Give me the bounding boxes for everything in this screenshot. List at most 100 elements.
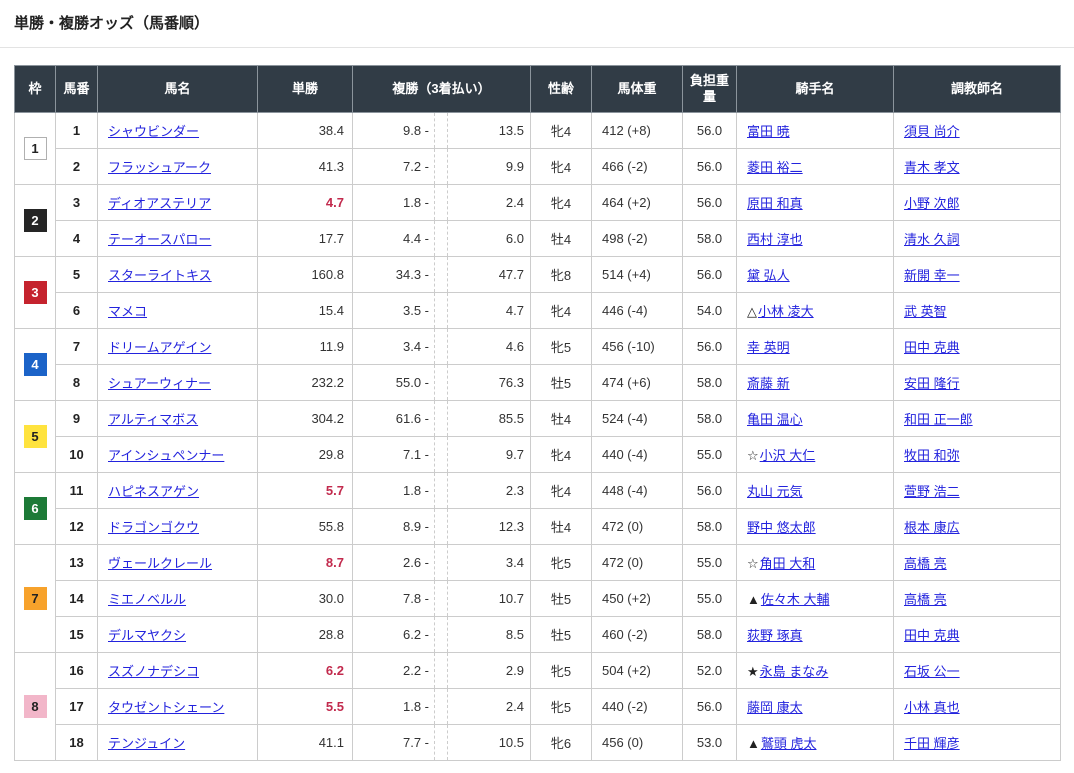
trainer-link[interactable]: 高橋 亮 [904,556,947,571]
jockey-link[interactable]: 幸 英明 [747,340,790,355]
place-odds-min: 61.6 - [353,411,429,426]
horse-name-link[interactable]: デルマヤクシ [108,628,186,643]
jockey-link[interactable]: 黛 弘人 [747,268,790,283]
table-row: 4テーオースパロー17.74.4 -6.0牡4498 (-2)58.0西村 淳也… [15,221,1061,257]
jockey-link[interactable]: 斎藤 新 [747,376,790,391]
jockey-link[interactable]: 角田 大和 [760,556,816,571]
trainer-link[interactable]: 和田 正一郎 [904,412,973,427]
win-odds: 17.7 [319,231,344,246]
horse-name-link[interactable]: タウゼントシェーン [108,700,224,715]
jockey-link[interactable]: 原田 和真 [747,196,803,211]
trainer-cell: 高橋 亮 [894,545,1061,581]
trainer-link[interactable]: 小林 真也 [904,700,960,715]
jockey-link[interactable]: 小林 凌大 [758,304,814,319]
impost: 56.0 [683,689,737,725]
horse-name-link[interactable]: テーオースパロー [108,232,211,247]
horse-name-link[interactable]: シャウビンダー [108,124,199,139]
place-odds-cell: 55.0 -76.3 [353,365,531,401]
trainer-cell: 牧田 和弥 [894,437,1061,473]
horse-number: 10 [56,437,98,473]
trainer-link[interactable]: 小野 次郎 [904,196,960,211]
place-odds-max: 85.5 [448,411,530,426]
place-odds-cell: 6.2 -8.5 [353,617,531,653]
impost: 58.0 [683,221,737,257]
jockey-link[interactable]: 小沢 大仁 [760,448,816,463]
horse-name-link[interactable]: ハピネスアゲン [108,484,199,499]
place-odds-range: 2.2 -2.9 [353,653,530,688]
horse-name-link[interactable]: フラッシュアーク [108,160,211,175]
impost: 56.0 [683,185,737,221]
win-odds-cell: 41.1 [258,725,353,761]
horse-name-link[interactable]: ドラゴンゴクウ [108,520,199,535]
trainer-link[interactable]: 清水 久詞 [904,232,960,247]
horse-name-link[interactable]: アインシュペンナー [108,448,224,463]
trainer-link[interactable]: 萱野 浩二 [904,484,960,499]
sex-age: 牡5 [531,581,592,617]
horse-number: 18 [56,725,98,761]
table-row: 816スズノナデシコ6.22.2 -2.9牝5504 (+2)52.0★永島 ま… [15,653,1061,689]
table-row: 11シャウビンダー38.49.8 -13.5牝4412 (+8)56.0富田 暁… [15,113,1061,149]
trainer-link[interactable]: 石坂 公一 [904,664,960,679]
trainer-link[interactable]: 田中 克典 [904,340,960,355]
horse-weight: 466 (-2) [592,149,683,185]
horse-name-link[interactable]: テンジュイン [108,736,185,751]
jockey-link[interactable]: 永島 まなみ [760,664,829,679]
win-odds: 15.4 [319,303,344,318]
place-odds-max: 10.7 [448,591,530,606]
horse-name-link[interactable]: ディオアステリア [108,196,211,211]
table-row: 14ミエノベルル30.07.8 -10.7牡5450 (+2)55.0▲佐々木 … [15,581,1061,617]
trainer-link[interactable]: 青木 孝文 [904,160,960,175]
jockey-link[interactable]: 亀田 温心 [747,412,803,427]
jockey-link[interactable]: 丸山 元気 [747,484,803,499]
horse-name-link[interactable]: スズノナデシコ [108,664,199,679]
jockey-link[interactable]: 佐々木 大輔 [761,592,830,607]
horse-name-link[interactable]: シュアーウィナー [108,376,211,391]
horse-name-link[interactable]: マメコ [108,304,147,319]
trainer-link[interactable]: 千田 輝彦 [904,736,960,751]
horse-number: 5 [56,257,98,293]
horse-name-link[interactable]: ヴェールクレール [108,556,212,571]
trainer-link[interactable]: 牧田 和弥 [904,448,960,463]
place-odds-max: 4.6 [448,339,530,354]
horse-name-link[interactable]: ドリームアゲイン [108,340,211,355]
jockey-link[interactable]: 鷲頭 虎太 [761,736,817,751]
trainer-cell: 根本 康広 [894,509,1061,545]
horse-name-cell: ハピネスアゲン [98,473,258,509]
jockey-link[interactable]: 野中 悠太郎 [747,520,816,535]
win-odds: 8.7 [326,555,344,570]
horse-name-cell: アインシュペンナー [98,437,258,473]
trainer-link[interactable]: 新開 幸一 [904,268,960,283]
place-odds-separator [434,293,448,328]
jockey-link[interactable]: 菱田 裕二 [747,160,803,175]
win-odds-cell: 6.2 [258,653,353,689]
trainer-link[interactable]: 須貝 尚介 [904,124,960,139]
place-odds-separator [434,365,448,400]
table-row: 23ディオアステリア4.71.8 -2.4牝4464 (+2)56.0原田 和真… [15,185,1061,221]
jockey-link[interactable]: 西村 淳也 [747,232,803,247]
trainer-link[interactable]: 田中 克典 [904,628,960,643]
trainer-link[interactable]: 根本 康広 [904,520,960,535]
place-odds-cell: 7.2 -9.9 [353,149,531,185]
place-odds-cell: 9.8 -13.5 [353,113,531,149]
horse-weight: 504 (+2) [592,653,683,689]
place-odds-min: 1.8 - [353,195,429,210]
win-odds: 41.3 [319,159,344,174]
jockey-link[interactable]: 荻野 琢真 [747,628,803,643]
trainer-link[interactable]: 高橋 亮 [904,592,947,607]
sex-age: 牝5 [531,689,592,725]
trainer-link[interactable]: 武 英智 [904,304,947,319]
impost: 58.0 [683,617,737,653]
trainer-link[interactable]: 安田 隆行 [904,376,960,391]
win-odds: 30.0 [319,591,344,606]
horse-weight: 524 (-4) [592,401,683,437]
place-odds-separator [434,653,448,688]
horse-name-link[interactable]: スターライトキス [108,268,212,283]
horse-name-link[interactable]: アルティマボス [108,412,198,427]
jockey-cell: 荻野 琢真 [737,617,894,653]
table-row: 18テンジュイン41.17.7 -10.5牝6456 (0)53.0▲鷲頭 虎太… [15,725,1061,761]
trainer-cell: 青木 孝文 [894,149,1061,185]
separator-line [0,47,1074,48]
horse-name-link[interactable]: ミエノベルル [108,592,186,607]
jockey-link[interactable]: 藤岡 康太 [747,700,803,715]
jockey-link[interactable]: 富田 暁 [747,124,790,139]
